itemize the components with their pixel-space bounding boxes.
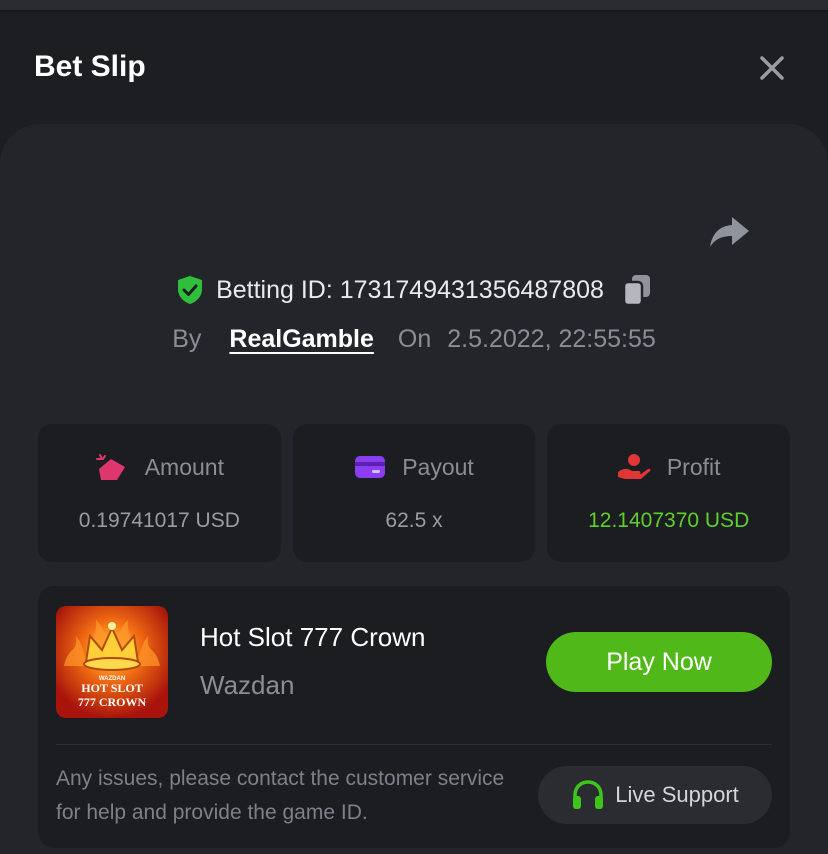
play-now-button[interactable]: Play Now — [546, 632, 772, 692]
by-label: By — [172, 324, 202, 353]
game-card: WAZDAN HOT SLOT 777 CROWN Hot Slot 777 C… — [38, 586, 790, 848]
payout-wallet-icon — [355, 456, 386, 478]
username-link[interactable]: RealGamble — [229, 325, 374, 354]
top-bar — [0, 0, 828, 10]
stat-label: Payout — [402, 453, 474, 480]
bet-meta-row: By RealGamble On 2.5.2022, 22:55:55 — [0, 322, 828, 356]
modal-title: Bet Slip — [34, 50, 146, 83]
verified-shield-icon — [178, 276, 203, 304]
amount-icon — [95, 454, 125, 480]
stat-value: 12.1407370 USD — [588, 509, 750, 532]
game-name[interactable]: Hot Slot 777 Crown — [200, 622, 425, 653]
headset-icon — [573, 780, 604, 809]
stat-value: 62.5 x — [385, 508, 443, 532]
game-provider: Wazdan — [200, 670, 295, 700]
close-button[interactable] — [756, 52, 788, 84]
share-button[interactable] — [708, 214, 752, 250]
stat-profit: Profit 12.1407370 USD — [547, 424, 791, 562]
stat-payout: Payout 62.5 x — [292, 424, 536, 562]
game-thumbnail-image: WAZDAN HOT SLOT 777 CROWN — [56, 606, 168, 718]
bet-slip-modal: Bet Slip Betting ID: 1731749431356487808 — [0, 12, 828, 854]
thumb-title-line-2: 777 CROWN — [78, 695, 147, 709]
divider — [56, 744, 772, 745]
profit-hand-icon — [617, 454, 651, 479]
copy-icon — [622, 275, 650, 307]
help-text: Any issues, please contact the customer … — [56, 767, 505, 824]
close-icon — [760, 56, 784, 80]
copy-id-button[interactable] — [622, 273, 652, 307]
betting-id-row: Betting ID: 1731749431356487808 — [0, 272, 828, 308]
on-label: On — [397, 324, 432, 353]
bet-details-card: Betting ID: 1731749431356487808 By RealG… — [0, 124, 828, 854]
live-support-label: Live Support — [615, 782, 739, 807]
share-icon — [710, 217, 749, 247]
bet-stats: Amount 0.19741017 USD Payout 62.5 x Prof… — [38, 424, 791, 562]
live-support-button[interactable]: Live Support — [538, 766, 772, 824]
bet-datetime: 2.5.2022, 22:55:55 — [447, 324, 656, 353]
stat-value: 0.19741017 USD — [78, 509, 240, 532]
thumb-title-line-1: HOT SLOT — [81, 681, 142, 695]
betting-id: Betting ID: 1731749431356487808 — [216, 275, 604, 304]
stat-label: Amount — [144, 453, 224, 480]
stat-label: Profit — [666, 453, 721, 480]
game-thumbnail[interactable]: WAZDAN HOT SLOT 777 CROWN — [56, 606, 168, 718]
stat-amount: Amount 0.19741017 USD — [38, 424, 281, 562]
